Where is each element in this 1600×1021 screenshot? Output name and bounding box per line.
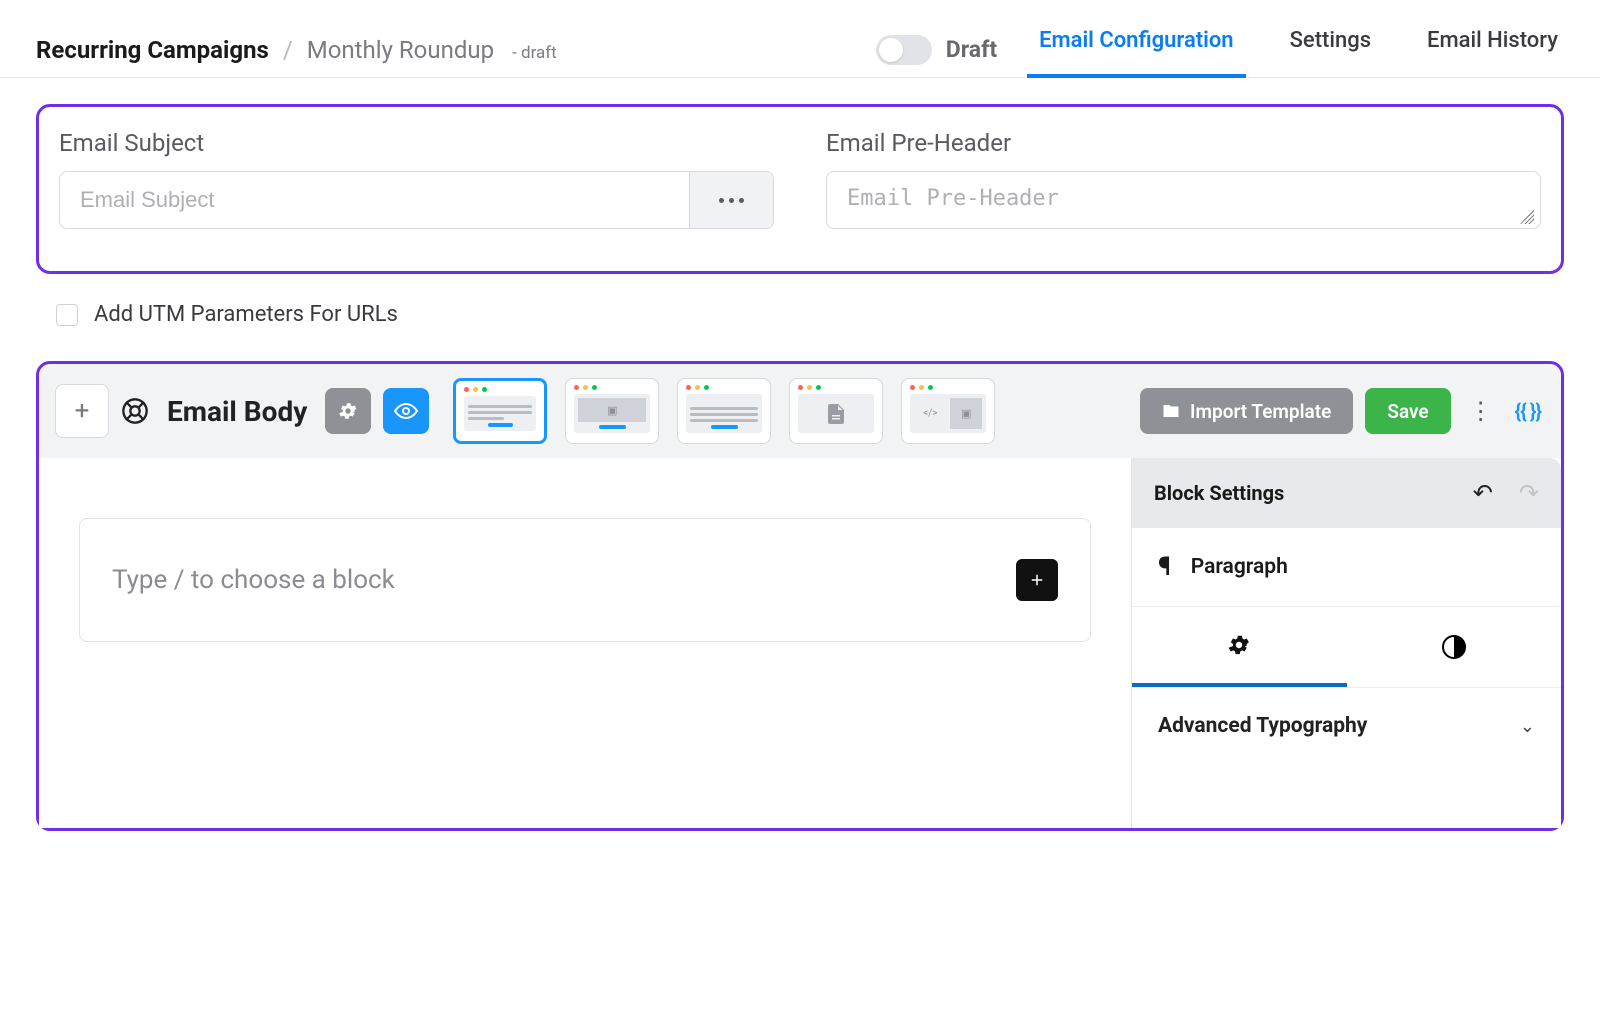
subject-preheader-section: Email Subject Email Pre-Header xyxy=(36,104,1564,274)
add-button[interactable]: + xyxy=(55,384,109,438)
insert-variable-button[interactable]: {{ }} xyxy=(1511,399,1545,423)
add-block-button[interactable] xyxy=(1016,559,1058,601)
template-thumbnails: ▣ </> ▣ xyxy=(453,378,995,444)
save-button[interactable]: Save xyxy=(1365,388,1450,434)
utm-checkbox[interactable] xyxy=(56,304,78,326)
breadcrumb: Recurring Campaigns / Monthly Roundup - … xyxy=(36,36,557,64)
email-body-editor: + Email Body xyxy=(36,361,1564,831)
editor-body: Type / to choose a block Block Settings … xyxy=(39,458,1561,828)
email-preheader-field xyxy=(826,171,1541,229)
redo-button[interactable]: ↷ xyxy=(1519,479,1539,507)
email-subject-label: Email Subject xyxy=(59,129,774,157)
inspector-title: Block Settings xyxy=(1154,481,1284,505)
utm-label: Add UTM Parameters For URLs xyxy=(94,302,398,327)
draft-toggle[interactable] xyxy=(876,35,932,65)
template-file[interactable] xyxy=(789,378,883,444)
resize-grip-icon xyxy=(1520,210,1534,224)
toolbar-left: + Email Body xyxy=(55,378,995,444)
page-header: Recurring Campaigns / Monthly Roundup - … xyxy=(0,0,1600,78)
subject-insert-variable-button[interactable] xyxy=(689,172,773,228)
inspector-tab-style[interactable] xyxy=(1347,607,1562,687)
breadcrumb-suffix: - draft xyxy=(512,43,557,63)
contrast-icon xyxy=(1442,635,1466,659)
folder-icon xyxy=(1162,402,1180,420)
block-placeholder: Type / to choose a block xyxy=(112,565,395,595)
accordion-advanced-typography[interactable]: Advanced Typography ⌄ xyxy=(1132,687,1561,764)
breadcrumb-name: Monthly Roundup xyxy=(307,36,494,64)
inspector-block-type: Paragraph xyxy=(1191,555,1288,579)
draft-toggle-group: Draft xyxy=(876,35,997,65)
chevron-down-icon: ⌄ xyxy=(1520,716,1535,737)
breadcrumb-separator: / xyxy=(283,36,293,64)
preview-button[interactable] xyxy=(383,388,429,434)
editor-canvas[interactable]: Type / to choose a block xyxy=(39,458,1131,828)
draft-toggle-label: Draft xyxy=(946,36,997,63)
tab-settings[interactable]: Settings xyxy=(1284,22,1377,77)
editor-toolbar: + Email Body xyxy=(39,364,1561,458)
inspector-tabs xyxy=(1132,607,1561,687)
header-right-group: Draft Email Configuration Settings Email… xyxy=(876,22,1564,77)
template-text-alt[interactable] xyxy=(677,378,771,444)
inspector-block-type-row: ¶ Paragraph xyxy=(1132,528,1561,607)
template-code-image[interactable]: </> ▣ xyxy=(901,378,995,444)
body-settings-button[interactable] xyxy=(325,388,371,434)
template-text[interactable] xyxy=(453,378,547,444)
save-label: Save xyxy=(1387,400,1428,423)
inspector-header: Block Settings ↶ ↷ xyxy=(1132,458,1561,528)
breadcrumb-root[interactable]: Recurring Campaigns xyxy=(36,36,269,64)
empty-block[interactable]: Type / to choose a block xyxy=(79,518,1091,642)
help-icon[interactable] xyxy=(121,397,149,425)
tab-email-configuration[interactable]: Email Configuration xyxy=(1033,22,1240,77)
email-subject-input-row xyxy=(59,171,774,229)
undo-button[interactable]: ↶ xyxy=(1473,479,1493,507)
accordion-label: Advanced Typography xyxy=(1158,714,1367,738)
undo-redo-group: ↶ ↷ xyxy=(1473,479,1539,507)
import-template-label: Import Template xyxy=(1190,400,1331,423)
paragraph-icon: ¶ xyxy=(1158,552,1171,582)
email-subject-input[interactable] xyxy=(60,172,689,228)
email-preheader-input[interactable] xyxy=(847,172,1520,228)
gear-icon xyxy=(1226,632,1252,658)
import-template-button[interactable]: Import Template xyxy=(1140,388,1353,434)
utm-row: Add UTM Parameters For URLs xyxy=(56,302,1600,327)
tab-email-history[interactable]: Email History xyxy=(1421,22,1564,77)
template-image[interactable]: ▣ xyxy=(565,378,659,444)
toolbar-right: Import Template Save ⋮ {{ }} xyxy=(1140,388,1545,434)
email-subject-group: Email Subject xyxy=(59,129,774,229)
top-tabs: Email Configuration Settings Email Histo… xyxy=(1033,22,1564,77)
block-inspector: Block Settings ↶ ↷ ¶ Paragraph xyxy=(1131,458,1561,828)
more-actions-button[interactable]: ⋮ xyxy=(1463,397,1499,425)
email-preheader-label: Email Pre-Header xyxy=(826,129,1541,157)
plus-icon xyxy=(1028,571,1046,589)
email-body-title: Email Body xyxy=(167,395,307,428)
email-preheader-group: Email Pre-Header xyxy=(826,129,1541,229)
inspector-tab-settings[interactable] xyxy=(1132,607,1347,687)
